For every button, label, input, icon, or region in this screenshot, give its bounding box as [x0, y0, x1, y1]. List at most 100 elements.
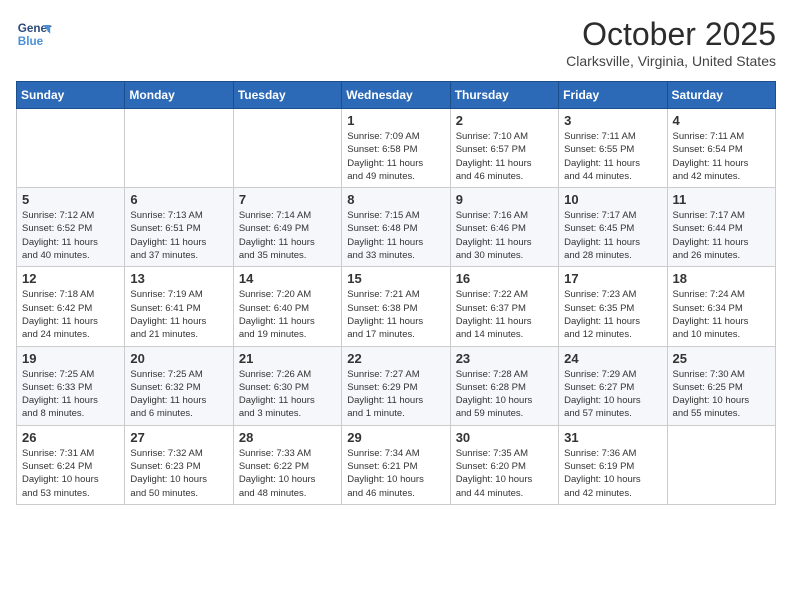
weekday-header-tuesday: Tuesday [233, 82, 341, 109]
day-info: Sunrise: 7:24 AM Sunset: 6:34 PM Dayligh… [673, 288, 770, 341]
day-number: 6 [130, 192, 227, 207]
day-info: Sunrise: 7:33 AM Sunset: 6:22 PM Dayligh… [239, 447, 336, 500]
day-cell: 24 Sunrise: 7:29 AM Sunset: 6:27 PM Dayli… [559, 346, 667, 425]
day-cell: 4 Sunrise: 7:11 AM Sunset: 6:54 PM Daylig… [667, 109, 775, 188]
day-number: 1 [347, 113, 444, 128]
day-cell: 8 Sunrise: 7:15 AM Sunset: 6:48 PM Daylig… [342, 188, 450, 267]
day-cell: 28 Sunrise: 7:33 AM Sunset: 6:22 PM Dayli… [233, 425, 341, 504]
day-info: Sunrise: 7:15 AM Sunset: 6:48 PM Dayligh… [347, 209, 444, 262]
title-block: October 2025 Clarksville, Virginia, Unit… [566, 16, 776, 69]
day-number: 10 [564, 192, 661, 207]
day-number: 5 [22, 192, 119, 207]
day-cell: 13Sunrise: 7:19 AM Sunset: 6:41 PM Dayli… [125, 267, 233, 346]
day-number: 15 [347, 271, 444, 286]
day-cell: 10 Sunrise: 7:17 AM Sunset: 6:45 PM Dayli… [559, 188, 667, 267]
day-info: Sunrise: 7:36 AM Sunset: 6:19 PM Dayligh… [564, 447, 661, 500]
day-number: 8 [347, 192, 444, 207]
page-header: General Blue October 2025 Clarksville, V… [16, 16, 776, 69]
day-info: Sunrise: 7:29 AM Sunset: 6:27 PM Dayligh… [564, 368, 661, 421]
day-info: Sunrise: 7:10 AM Sunset: 6:57 PM Dayligh… [456, 130, 553, 183]
day-number: 26 [22, 430, 119, 445]
day-info: Sunrise: 7:28 AM Sunset: 6:28 PM Dayligh… [456, 368, 553, 421]
day-cell: 7Sunrise: 7:14 AM Sunset: 6:49 PM Daylig… [233, 188, 341, 267]
day-number: 20 [130, 351, 227, 366]
day-number: 3 [564, 113, 661, 128]
day-number: 4 [673, 113, 770, 128]
day-cell: 30Sunrise: 7:35 AM Sunset: 6:20 PM Dayli… [450, 425, 558, 504]
day-info: Sunrise: 7:27 AM Sunset: 6:29 PM Dayligh… [347, 368, 444, 421]
day-info: Sunrise: 7:30 AM Sunset: 6:25 PM Dayligh… [673, 368, 770, 421]
day-cell [667, 425, 775, 504]
day-cell: 17 Sunrise: 7:23 AM Sunset: 6:35 PM Dayli… [559, 267, 667, 346]
day-cell: 23 Sunrise: 7:28 AM Sunset: 6:28 PM Dayli… [450, 346, 558, 425]
day-cell: 25 Sunrise: 7:30 AM Sunset: 6:25 PM Dayli… [667, 346, 775, 425]
day-cell: 29 Sunrise: 7:34 AM Sunset: 6:21 PM Dayli… [342, 425, 450, 504]
day-info: Sunrise: 7:35 AM Sunset: 6:20 PM Dayligh… [456, 447, 553, 500]
day-cell: 9Sunrise: 7:16 AM Sunset: 6:46 PM Daylig… [450, 188, 558, 267]
day-cell: 18 Sunrise: 7:24 AM Sunset: 6:34 PM Dayli… [667, 267, 775, 346]
day-number: 13 [130, 271, 227, 286]
day-number: 28 [239, 430, 336, 445]
day-cell: 16Sunrise: 7:22 AM Sunset: 6:37 PM Dayli… [450, 267, 558, 346]
day-number: 7 [239, 192, 336, 207]
week-row-5: 26 Sunrise: 7:31 AM Sunset: 6:24 PM Dayli… [17, 425, 776, 504]
day-info: Sunrise: 7:17 AM Sunset: 6:45 PM Dayligh… [564, 209, 661, 262]
day-cell: 14 Sunrise: 7:20 AM Sunset: 6:40 PM Dayli… [233, 267, 341, 346]
logo-icon: General Blue [16, 16, 52, 52]
logo: General Blue [16, 16, 52, 52]
day-info: Sunrise: 7:18 AM Sunset: 6:42 PM Dayligh… [22, 288, 119, 341]
day-cell: 19Sunrise: 7:25 AM Sunset: 6:33 PM Dayli… [17, 346, 125, 425]
svg-text:Blue: Blue [18, 35, 44, 48]
day-cell: 22 Sunrise: 7:27 AM Sunset: 6:29 PM Dayli… [342, 346, 450, 425]
day-cell: 20 Sunrise: 7:25 AM Sunset: 6:32 PM Dayli… [125, 346, 233, 425]
day-number: 29 [347, 430, 444, 445]
day-info: Sunrise: 7:31 AM Sunset: 6:24 PM Dayligh… [22, 447, 119, 500]
day-number: 18 [673, 271, 770, 286]
day-number: 16 [456, 271, 553, 286]
day-cell: 15Sunrise: 7:21 AM Sunset: 6:38 PM Dayli… [342, 267, 450, 346]
day-number: 31 [564, 430, 661, 445]
day-cell [233, 109, 341, 188]
day-cell: 5Sunrise: 7:12 AM Sunset: 6:52 PM Daylig… [17, 188, 125, 267]
day-number: 22 [347, 351, 444, 366]
day-cell: 2 Sunrise: 7:10 AM Sunset: 6:57 PM Daylig… [450, 109, 558, 188]
day-cell: 12Sunrise: 7:18 AM Sunset: 6:42 PM Dayli… [17, 267, 125, 346]
weekday-header-thursday: Thursday [450, 82, 558, 109]
weekday-header-saturday: Saturday [667, 82, 775, 109]
day-cell: 31 Sunrise: 7:36 AM Sunset: 6:19 PM Dayli… [559, 425, 667, 504]
day-info: Sunrise: 7:13 AM Sunset: 6:51 PM Dayligh… [130, 209, 227, 262]
day-info: Sunrise: 7:09 AM Sunset: 6:58 PM Dayligh… [347, 130, 444, 183]
day-info: Sunrise: 7:11 AM Sunset: 6:54 PM Dayligh… [673, 130, 770, 183]
day-info: Sunrise: 7:25 AM Sunset: 6:32 PM Dayligh… [130, 368, 227, 421]
day-info: Sunrise: 7:26 AM Sunset: 6:30 PM Dayligh… [239, 368, 336, 421]
day-number: 23 [456, 351, 553, 366]
weekday-header-sunday: Sunday [17, 82, 125, 109]
day-info: Sunrise: 7:20 AM Sunset: 6:40 PM Dayligh… [239, 288, 336, 341]
day-number: 25 [673, 351, 770, 366]
day-info: Sunrise: 7:23 AM Sunset: 6:35 PM Dayligh… [564, 288, 661, 341]
weekday-header-monday: Monday [125, 82, 233, 109]
day-info: Sunrise: 7:32 AM Sunset: 6:23 PM Dayligh… [130, 447, 227, 500]
day-number: 19 [22, 351, 119, 366]
day-number: 2 [456, 113, 553, 128]
day-number: 17 [564, 271, 661, 286]
day-info: Sunrise: 7:17 AM Sunset: 6:44 PM Dayligh… [673, 209, 770, 262]
day-number: 14 [239, 271, 336, 286]
day-info: Sunrise: 7:11 AM Sunset: 6:55 PM Dayligh… [564, 130, 661, 183]
day-cell [17, 109, 125, 188]
day-cell: 11Sunrise: 7:17 AM Sunset: 6:44 PM Dayli… [667, 188, 775, 267]
day-number: 9 [456, 192, 553, 207]
week-row-3: 12Sunrise: 7:18 AM Sunset: 6:42 PM Dayli… [17, 267, 776, 346]
calendar-table: SundayMondayTuesdayWednesdayThursdayFrid… [16, 81, 776, 505]
week-row-2: 5Sunrise: 7:12 AM Sunset: 6:52 PM Daylig… [17, 188, 776, 267]
month-title: October 2025 [566, 16, 776, 53]
day-info: Sunrise: 7:34 AM Sunset: 6:21 PM Dayligh… [347, 447, 444, 500]
weekday-header-wednesday: Wednesday [342, 82, 450, 109]
day-cell: 6 Sunrise: 7:13 AM Sunset: 6:51 PM Daylig… [125, 188, 233, 267]
week-row-1: 1 Sunrise: 7:09 AM Sunset: 6:58 PM Daylig… [17, 109, 776, 188]
day-number: 21 [239, 351, 336, 366]
day-cell: 1 Sunrise: 7:09 AM Sunset: 6:58 PM Daylig… [342, 109, 450, 188]
day-number: 27 [130, 430, 227, 445]
location-subtitle: Clarksville, Virginia, United States [566, 53, 776, 69]
day-number: 24 [564, 351, 661, 366]
